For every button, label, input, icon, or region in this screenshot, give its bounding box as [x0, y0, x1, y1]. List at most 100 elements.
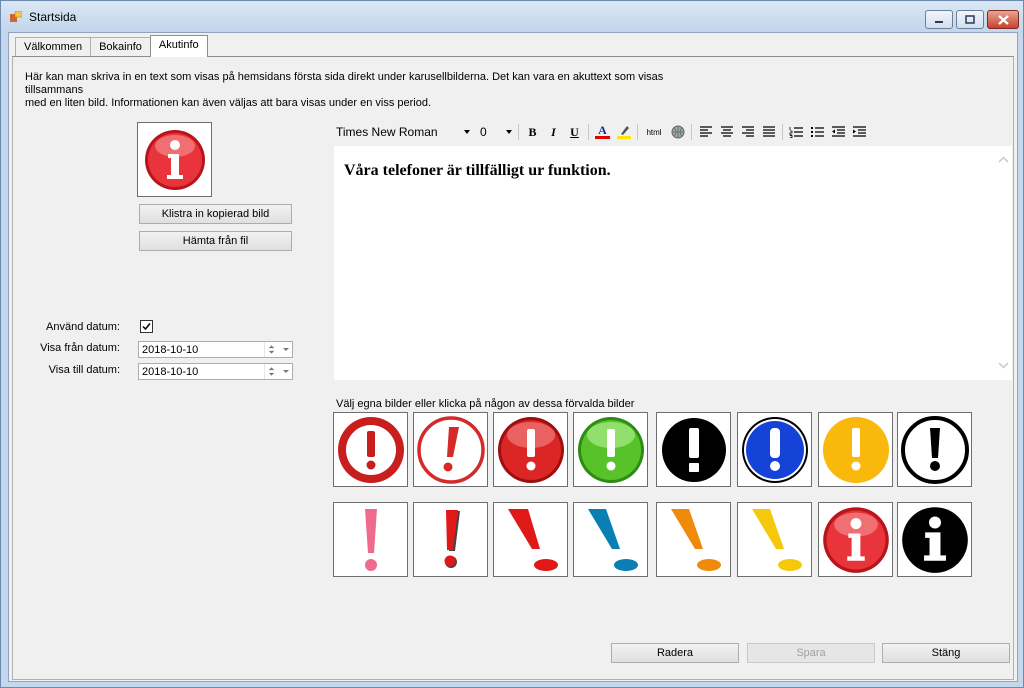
selected-image-preview[interactable] [137, 122, 212, 197]
preset-image[interactable] [737, 412, 812, 487]
preset-image[interactable] [573, 412, 648, 487]
font-color-letter: A [598, 123, 607, 137]
title-bar[interactable]: Startsida [1, 1, 1023, 31]
indent-icon [853, 126, 866, 137]
app-icon [10, 11, 22, 22]
preset-image[interactable] [897, 502, 972, 577]
exclamation-blue-tilted-icon [587, 508, 638, 571]
get-from-file-button[interactable]: Hämta från fil [139, 231, 292, 251]
tab-strip: Välkommen Bokainfo Akutinfo [15, 35, 208, 57]
tab-akutinfo[interactable]: Akutinfo [149, 35, 208, 57]
show-from-date-picker[interactable]: 2018-10-10 [138, 341, 293, 358]
exclamation-blue-icon [741, 416, 808, 483]
client-area: Välkommen Bokainfo Akutinfo Här kan man … [8, 32, 1018, 682]
font-color-button[interactable]: A [592, 122, 613, 142]
close-window-button[interactable] [987, 10, 1019, 29]
editor-content[interactable]: Våra telefoner är tillfälligt ur funktio… [344, 162, 611, 180]
preset-image[interactable] [737, 502, 812, 577]
exclamation-black-outline-icon [900, 415, 969, 484]
align-right-button[interactable] [737, 122, 758, 142]
justify-button[interactable] [758, 122, 779, 142]
from-date-dropdown-icon[interactable] [279, 342, 293, 357]
font-family-dropdown[interactable]: Times New Roman [333, 123, 473, 141]
main-window: Startsida Välkommen Bokainfo Akutinfo Hä… [0, 0, 1024, 688]
globe-link-icon [671, 125, 684, 139]
outdent-icon [832, 126, 845, 137]
toolbar-separator [518, 124, 519, 140]
align-left-button[interactable] [695, 122, 716, 142]
preset-image[interactable] [818, 502, 893, 577]
italic-button[interactable]: I [543, 122, 564, 142]
align-justify-icon [762, 126, 775, 137]
toolbar-separator [588, 124, 589, 140]
tab-bokainfo[interactable]: Bokainfo [90, 37, 151, 57]
font-size-dropdown[interactable]: 0 [477, 123, 515, 141]
save-button[interactable]: Spara [747, 643, 875, 663]
to-date-spinner-icon[interactable] [264, 364, 278, 379]
exclamation-orange-tilted-icon [670, 508, 721, 571]
from-date-spinner-icon[interactable] [264, 342, 278, 357]
show-from-date-label: Visa från datum: [40, 342, 120, 354]
to-date-dropdown-icon[interactable] [279, 364, 293, 379]
description-line-1: Här kan man skriva in en text som visas … [25, 71, 664, 96]
chevron-down-icon [464, 130, 470, 134]
minimize-icon [935, 20, 943, 23]
preset-image[interactable] [656, 502, 731, 577]
show-to-date-picker[interactable]: 2018-10-10 [138, 363, 293, 380]
indent-button[interactable] [849, 122, 870, 142]
preset-image[interactable] [413, 502, 488, 577]
exclamation-yellow-tilted-icon [751, 508, 802, 571]
exclamation-red-ring-icon [337, 416, 404, 483]
preset-images-label: Välj egna bilder eller klicka på någon a… [336, 398, 635, 410]
close-icon [997, 14, 1009, 25]
preset-image[interactable] [818, 412, 893, 487]
preset-image[interactable] [493, 502, 568, 577]
font-color-swatch [595, 136, 610, 139]
tab-valkommen[interactable]: Välkommen [15, 37, 92, 57]
preset-image[interactable] [333, 412, 408, 487]
highlighter-icon [616, 126, 631, 139]
html-button[interactable]: html [641, 122, 667, 142]
scroll-down-icon[interactable] [995, 357, 1012, 374]
numbered-list-icon [789, 127, 803, 138]
close-button[interactable]: Stäng [882, 643, 1010, 663]
info-black-icon [901, 506, 968, 573]
preset-image[interactable] [656, 412, 731, 487]
maximize-button[interactable] [956, 10, 984, 29]
outdent-button[interactable] [828, 122, 849, 142]
scroll-up-icon[interactable] [995, 151, 1012, 168]
delete-button[interactable]: Radera [611, 643, 739, 663]
from-date-value: 2018-10-10 [142, 344, 199, 356]
paste-image-button[interactable]: Klistra in kopierad bild [139, 204, 292, 224]
preset-image[interactable] [333, 502, 408, 577]
info-red-icon [144, 129, 205, 190]
preset-image[interactable] [573, 502, 648, 577]
info-red-icon [822, 506, 889, 573]
align-left-icon [699, 126, 712, 137]
richtext-editor[interactable]: Våra telefoner är tillfälligt ur funktio… [333, 145, 1013, 381]
align-right-icon [741, 126, 754, 137]
exclamation-red-tilted-icon [507, 508, 558, 571]
font-family-value: Times New Roman [336, 125, 438, 139]
checkmark-icon [142, 323, 151, 331]
use-date-label: Använd datum: [46, 321, 120, 333]
exclamation-yellow-icon [822, 416, 889, 483]
minimize-button[interactable] [925, 10, 953, 29]
maximize-icon [965, 15, 975, 24]
highlight-button[interactable] [613, 122, 634, 142]
toolbar-separator [691, 124, 692, 140]
preset-image[interactable] [493, 412, 568, 487]
insert-link-button[interactable] [667, 122, 688, 142]
underline-button[interactable]: U [564, 122, 585, 142]
exclamation-pink-icon [364, 508, 377, 571]
preset-image[interactable] [413, 412, 488, 487]
numbered-list-button[interactable] [786, 122, 807, 142]
use-date-checkbox[interactable] [140, 320, 153, 333]
bullet-list-button[interactable] [807, 122, 828, 142]
bold-button[interactable]: B [522, 122, 543, 142]
align-center-button[interactable] [716, 122, 737, 142]
editor-scrollbar[interactable] [995, 146, 1012, 380]
exclamation-red-outline-icon [416, 415, 485, 484]
preset-image[interactable] [897, 412, 972, 487]
align-center-icon [720, 126, 733, 137]
